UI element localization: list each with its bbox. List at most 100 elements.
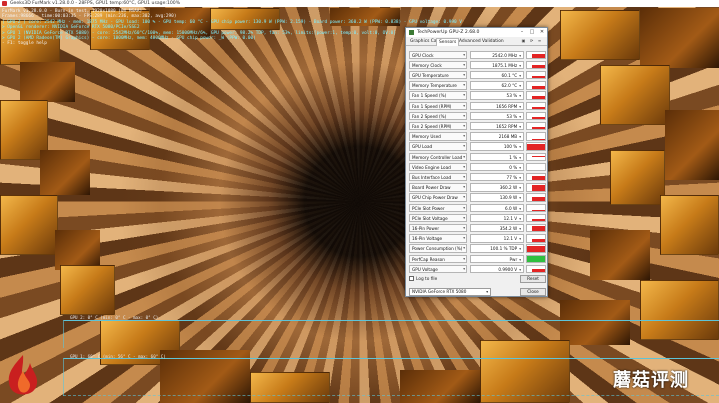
gpu-select[interactable]: NVIDIA GeForce RTX 5080 ▾	[409, 288, 491, 296]
chevron-down-icon: ▾	[519, 206, 521, 211]
menu-icon[interactable]: ≡	[536, 38, 543, 44]
sensor-name-dropdown[interactable]: Video Engine Load ▾	[409, 162, 467, 172]
sensor-name-dropdown[interactable]: Fan 1 Speed (%) ▾	[409, 91, 467, 100]
sensor-graph-fill	[532, 106, 545, 110]
sensor-graph-fill	[532, 54, 545, 59]
sensor-name-dropdown[interactable]: GPU Temperature ▾	[409, 70, 467, 80]
sensor-graph	[526, 234, 546, 243]
sensor-name-dropdown[interactable]: Memory Used ▾	[409, 132, 467, 141]
sensor-value: 2542.0 MHz ▾	[470, 50, 524, 60]
sensor-graph-fill	[532, 127, 545, 130]
close-icon[interactable]: ✕	[537, 28, 547, 37]
tab-validation[interactable]: Validation	[480, 38, 506, 46]
chevron-down-icon: ▾	[519, 216, 521, 221]
sensor-value: 0.9900 V ▾	[470, 264, 524, 274]
sensor-graph	[526, 121, 546, 131]
sensor-row: Bus Interface Load ▾ 77 % ▾	[409, 172, 546, 182]
chevron-down-icon: ▾	[463, 123, 465, 128]
sensor-graph	[526, 60, 546, 70]
sensor-name-dropdown[interactable]: Fan 2 Speed (%) ▾	[409, 111, 467, 121]
chevron-down-icon: ▾	[519, 114, 521, 119]
gpuz-window[interactable]: TechPowerUp GPU-Z 2.68.0 – □ ✕ Graphics …	[405, 27, 548, 297]
minimize-icon[interactable]: –	[517, 28, 527, 37]
sensor-row: Board Power Draw ▾ 360.2 W ▾	[409, 183, 546, 193]
sensor-graph	[526, 142, 546, 151]
sensor-graph-fill	[532, 218, 545, 222]
chevron-down-icon: ▾	[463, 113, 465, 118]
sensor-graph-fill	[532, 85, 545, 89]
sensor-name: Fan 1 Speed (%)	[412, 93, 447, 99]
sensor-name-dropdown[interactable]: Memory Clock ▾	[409, 60, 467, 70]
sensor-name: Memory Temperature	[412, 83, 457, 89]
furmark-app-icon	[2, 1, 7, 6]
sensor-row: PerfCap Reason ▾ Pwr ▾	[409, 254, 546, 264]
chevron-down-icon: ▾	[519, 237, 521, 242]
sensor-row: GPU Load ▾ 100 % ▾	[409, 142, 546, 152]
sensor-name-dropdown[interactable]: PCIe Slot Voltage ▾	[409, 213, 467, 223]
sensor-value: 360.2 W ▾	[470, 183, 524, 192]
sensor-name: 16-Pin Power	[412, 225, 440, 231]
sensor-name: Memory Clock	[412, 62, 442, 68]
sensor-name: GPU Temperature	[412, 72, 449, 78]
sensor-value: 60.1 °C ▾	[470, 70, 524, 80]
sensor-name-dropdown[interactable]: Memory Temperature ▾	[409, 81, 467, 90]
chevron-down-icon: ▾	[463, 205, 465, 210]
sensor-graph	[526, 172, 546, 182]
scene-block	[660, 195, 719, 255]
app-title-bar[interactable]: Geeks3D FurMark v1.28.0.0 - 28FPS, GPU1 …	[0, 0, 719, 7]
sensor-graph-fill	[532, 75, 545, 79]
sensor-name-dropdown[interactable]: Memory Controller Load ▾	[409, 152, 467, 162]
chevron-down-icon: ▾	[463, 164, 465, 169]
sensor-graph-fill	[532, 196, 545, 201]
chevron-down-icon: ▾	[519, 94, 521, 99]
tab-advanced[interactable]: Advanced	[457, 38, 483, 46]
maximize-icon[interactable]: □	[527, 28, 537, 37]
sensor-name: PCIe Slot Power	[412, 205, 445, 211]
sensor-value-text: 77 %	[506, 174, 518, 180]
sensor-name-dropdown[interactable]: GPU Load ▾	[409, 142, 467, 151]
chevron-down-icon: ▾	[486, 290, 488, 294]
sensor-name: Fan 2 Speed (RPM)	[412, 123, 452, 129]
chevron-down-icon: ▾	[519, 155, 521, 160]
chevron-down-icon: ▾	[519, 175, 521, 180]
screenshot-icon[interactable]: ▣	[520, 38, 527, 44]
sensor-graph	[526, 254, 546, 264]
log-to-file-checkbox[interactable]	[409, 276, 414, 281]
sensor-graph	[526, 111, 546, 121]
chevron-down-icon: ▾	[463, 72, 465, 77]
log-to-file-row[interactable]: Log to file	[409, 276, 437, 282]
sensor-name-dropdown[interactable]: Board Power Draw ▾	[409, 183, 467, 192]
sensor-name-dropdown[interactable]: 16-Pin Voltage ▾	[409, 234, 467, 243]
chevron-down-icon: ▾	[463, 246, 465, 251]
sensor-value: 1652 RPM ▾	[470, 121, 524, 131]
sensor-name-dropdown[interactable]: GPU Chip Power Draw ▾	[409, 193, 467, 202]
sensor-name: Video Engine Load	[412, 164, 451, 170]
chevron-down-icon: ▾	[463, 195, 465, 200]
sensor-name-dropdown[interactable]: PCIe Slot Power ▾	[409, 203, 467, 213]
sensor-name-dropdown[interactable]: Power Consumption (%) ▾	[409, 244, 467, 253]
chevron-down-icon: ▾	[463, 215, 465, 220]
sensor-graph	[526, 152, 546, 162]
tab-sensors[interactable]: Sensors	[436, 38, 460, 46]
sensor-name-dropdown[interactable]: Bus Interface Load ▾	[409, 172, 467, 182]
sensor-name-dropdown[interactable]: GPU Clock ▾	[409, 50, 467, 60]
refresh-icon[interactable]: ⟳	[528, 38, 535, 44]
sensor-name-dropdown[interactable]: PerfCap Reason ▾	[409, 254, 467, 264]
sensor-name-dropdown[interactable]: GPU Voltage ▾	[409, 264, 467, 274]
sensor-name-dropdown[interactable]: Fan 1 Speed (RPM) ▾	[409, 101, 467, 111]
sensor-graph	[526, 132, 546, 141]
sensor-name-dropdown[interactable]: Fan 2 Speed (RPM) ▾	[409, 121, 467, 131]
sensor-graph	[526, 183, 546, 192]
sensor-row: GPU Chip Power Draw ▾ 130.9 W ▾	[409, 193, 546, 203]
sensor-value: 1656 RPM ▾	[470, 101, 524, 111]
sensor-name-dropdown[interactable]: 16-Pin Power ▾	[409, 223, 467, 233]
sensor-graph-fill	[532, 96, 545, 99]
sensor-value-text: 1652 RPM	[496, 123, 518, 129]
gpuz-title-bar[interactable]: TechPowerUp GPU-Z 2.68.0 – □ ✕	[406, 28, 547, 37]
reset-button[interactable]: Reset	[520, 275, 546, 283]
scene-block	[60, 265, 115, 315]
chevron-down-icon: ▾	[463, 185, 465, 190]
sensor-value: 12.1 V ▾	[470, 213, 524, 223]
close-button[interactable]: Close	[520, 288, 546, 296]
sensor-row: GPU Voltage ▾ 0.9900 V ▾	[409, 264, 546, 274]
